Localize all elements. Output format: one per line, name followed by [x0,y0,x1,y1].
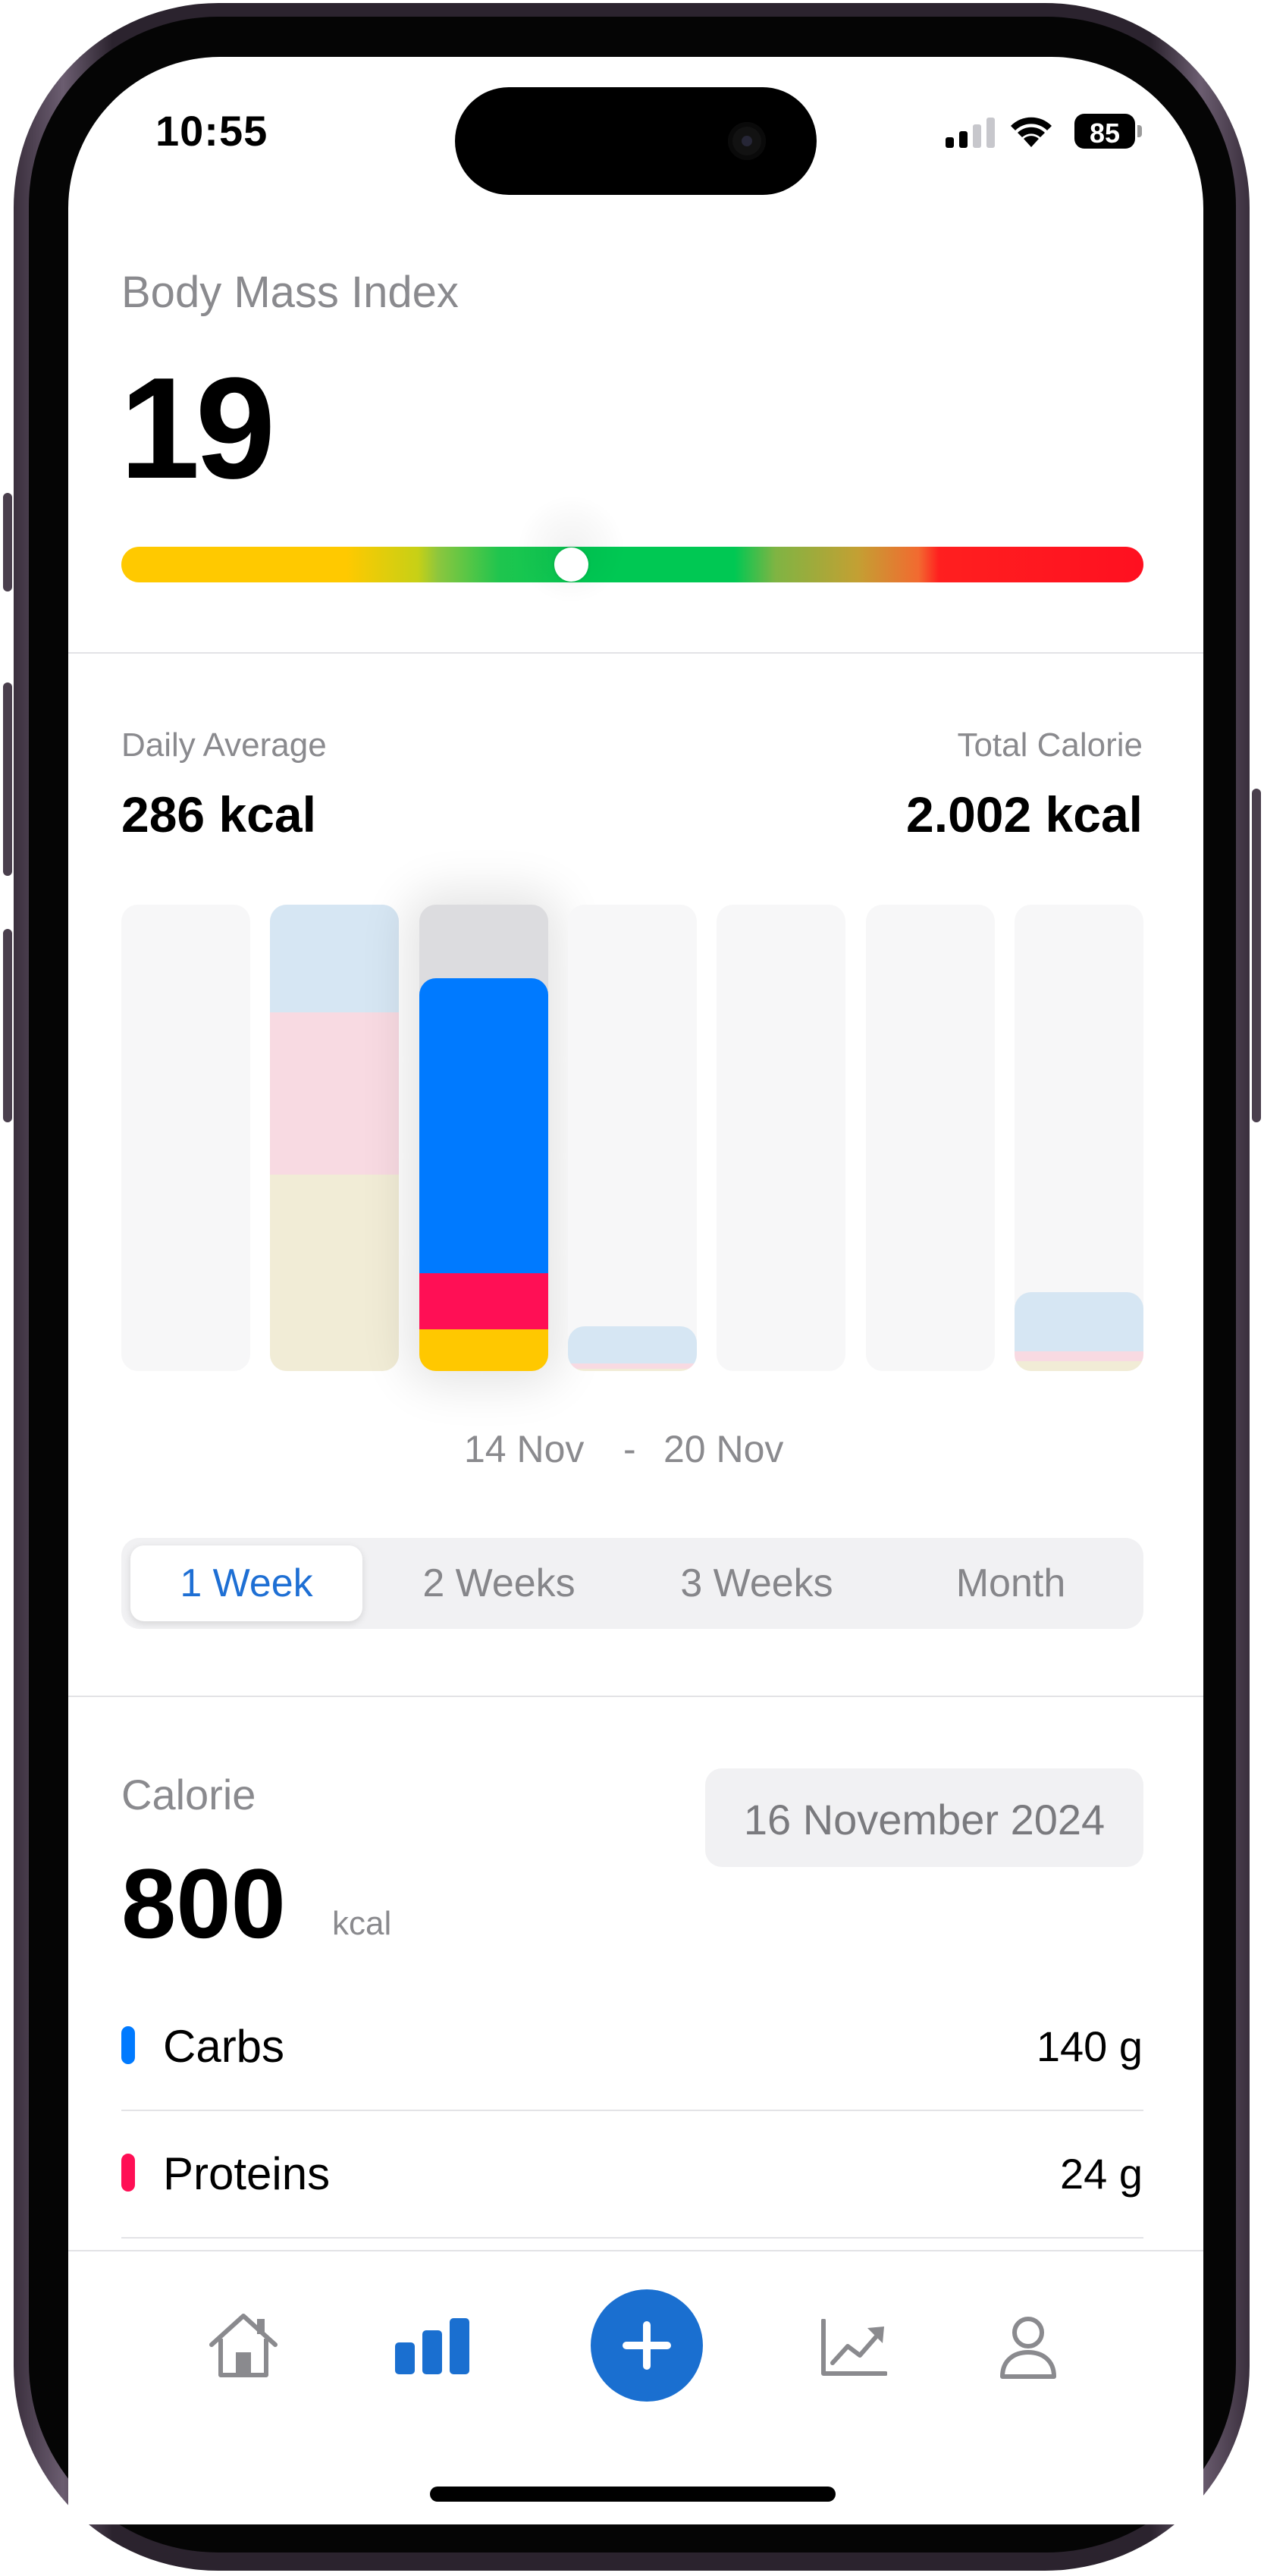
home-indicator [430,2487,836,2502]
bar-segment-fats [568,1369,697,1371]
period-2-weeks[interactable]: 2 Weeks [372,1545,626,1621]
chart-range-separator: - [623,1428,636,1470]
calorie-value: 800 [121,1848,286,1959]
bar-segment-carbs [568,1326,697,1363]
battery-icon: 85 [1074,114,1143,149]
add-button[interactable] [591,2289,703,2402]
macro-name-proteins: Proteins [163,2148,331,2199]
carbs-color-dot [121,2026,135,2064]
bar-segment-carbs [1015,1292,1143,1352]
bar-segment-fats [419,1329,548,1371]
plus-icon [623,2321,671,2370]
power-button [1252,789,1261,1122]
total-calorie-value: 2.002 kcal [906,786,1143,842]
status-time: 10:55 [155,107,268,155]
volume-down-button [3,929,12,1122]
wifi-icon [1011,117,1052,147]
volume-up-button [3,682,12,876]
bar-segment-carbs [270,905,400,1013]
section-divider [68,1696,1203,1697]
chart-bar-20-nov[interactable] [1015,905,1143,1371]
bar-segment-fats [1015,1361,1143,1371]
period-1-week[interactable]: 1 Week [130,1545,362,1621]
chart-bar-16-nov[interactable] [419,905,548,1371]
bmi-title: Body Mass Index [121,268,459,317]
calorie-unit: kcal [332,1905,392,1942]
bar-segment-proteins [270,1012,400,1175]
chart-range-end: 20 Nov [663,1428,784,1470]
bar-segment-proteins [1015,1351,1143,1362]
macro-amount-proteins: 24 g [1060,2150,1143,2198]
bar-segment-proteins [419,1272,548,1329]
daily-average-value: 286 kcal [121,786,316,842]
chart-bar-18-nov[interactable] [717,905,846,1371]
bmi-scale-bar [121,547,1143,582]
chart-bar-17-nov[interactable] [568,905,697,1371]
chart-range-start: 14 Nov [464,1428,585,1470]
period-3-weeks[interactable]: 3 Weeks [629,1545,884,1621]
dynamic-island [455,87,817,195]
period-month[interactable]: Month [887,1545,1134,1621]
total-calorie-label: Total Calorie [957,726,1143,764]
macro-amount-carbs: 140 g [1036,2022,1143,2070]
battery-percent: 85 [1089,118,1121,149]
bar-segment-proteins [568,1363,697,1370]
macro-name-carbs: Carbs [163,2021,285,2072]
chart-bar-15-nov[interactable] [270,905,400,1371]
chart-bar-14-nov[interactable] [121,905,250,1371]
bar-segment-carbs [419,978,548,1273]
bmi-indicator [554,548,588,582]
cellular-signal-icon [946,118,995,148]
date-picker-label: 16 November 2024 [743,1796,1106,1843]
proteins-color-dot [121,2154,135,2192]
bar-segment-fats [270,1175,400,1371]
date-picker-button[interactable]: 16 November 2024 [705,1768,1143,1867]
trend-chart-icon[interactable] [820,2319,887,2377]
bmi-value: 19 [120,348,275,509]
period-segmented-control: 1 Week 2 Weeks 3 Weeks Month [121,1538,1143,1629]
row-divider [121,2110,1143,2111]
bar-chart-icon[interactable] [395,2317,469,2374]
calorie-bar-chart[interactable] [121,905,1143,1371]
chart-bar-19-nov[interactable] [865,905,995,1371]
section-divider [68,652,1203,654]
home-icon[interactable] [207,2311,280,2380]
calorie-label: Calorie [121,1771,256,1818]
row-divider [121,2237,1143,2239]
mute-switch [3,493,12,591]
daily-average-label: Daily Average [121,726,327,764]
camera-icon [728,122,766,160]
profile-icon[interactable] [999,2316,1057,2380]
